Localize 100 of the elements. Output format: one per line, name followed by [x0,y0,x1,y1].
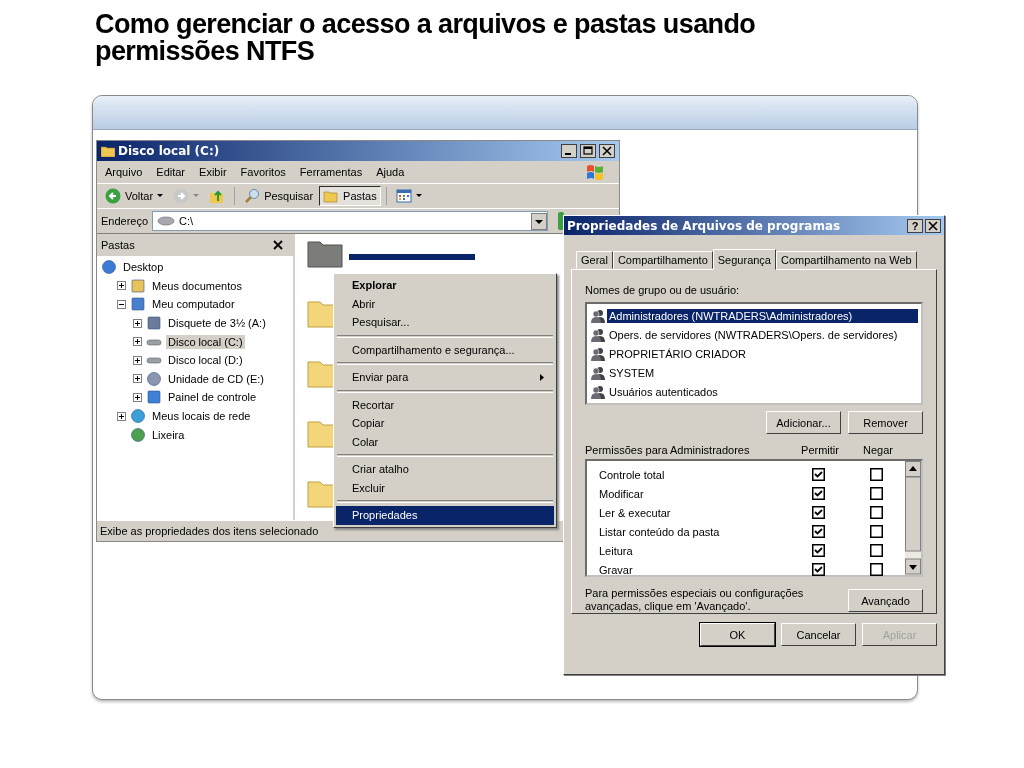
menu-item[interactable]: Abrir [336,294,554,313]
tab[interactable]: Segurança [712,249,776,270]
tree-item[interactable]: Desktop [121,260,166,275]
users-label: Nomes de grupo ou de usuário: [585,284,741,296]
forward-icon [173,188,190,204]
menu-item[interactable]: Ferramentas [299,166,363,178]
back-icon [105,188,121,204]
user-item[interactable]: PROPRIETÁRIO CRIADOR [607,346,748,361]
expand-toggle-icon[interactable] [133,392,142,402]
minimize-icon[interactable] [561,144,577,158]
close-icon[interactable] [599,144,615,158]
permission-name: Controle total [599,468,666,481]
user-action-button[interactable]: Remover [848,411,923,434]
menu-item[interactable]: Exibir [199,166,227,178]
deny-checkbox[interactable] [869,525,883,538]
menu-item[interactable]: Propriedades [336,506,554,525]
tree-item[interactable]: Meu computador [150,297,237,312]
allow-checkbox[interactable] [811,506,825,519]
column-header: Permitir [800,444,840,456]
allow-checkbox[interactable] [811,487,825,500]
permissions-label: Permissões para Administradores [585,444,751,456]
allow-checkbox[interactable] [811,544,825,557]
desktop-icon [101,259,117,276]
deny-checkbox[interactable] [869,487,883,500]
allow-checkbox[interactable] [811,468,825,481]
submenu-arrow-icon [540,373,544,381]
caret-icon [157,194,164,198]
folder-icon[interactable] [307,238,343,268]
users-icon [590,384,606,399]
menu-item[interactable]: Colar [336,432,554,451]
folders-button[interactable]: Pastas [319,186,381,206]
tree-item[interactable]: Meus locais de rede [150,409,253,424]
menu-item[interactable]: Criar atalho [336,460,554,479]
expand-toggle-icon[interactable] [133,374,142,384]
menu-item[interactable]: Arquivo [105,166,143,178]
back-button[interactable]: Voltar [101,186,168,206]
user-item[interactable]: Usuários autenticados [607,384,720,399]
user-item[interactable]: SYSTEM [607,365,657,380]
menu-item[interactable]: Pesquisar... [336,313,554,332]
menu-item[interactable]: Favoritos [240,166,286,178]
deny-checkbox[interactable] [869,506,883,519]
dialog-title: Propriedades de Arquivos de programas [567,218,841,233]
tab[interactable]: Geral [576,251,613,269]
menu-item[interactable]: Editar [156,166,186,178]
column-header: Negar [862,444,894,456]
expand-toggle-icon[interactable] [117,300,126,309]
search-icon [244,188,261,204]
expand-toggle-icon[interactable] [133,337,142,347]
folder-icon [323,188,340,204]
folder-icon [101,145,115,157]
window-title: Disco local (C:) [118,144,220,158]
tree-item[interactable]: Disco local (C:) [166,334,245,349]
users-icon [590,365,606,380]
permission-name: Modificar [599,487,645,500]
caret-icon [193,194,200,198]
drive-icon [157,216,176,226]
tree-item[interactable]: Meus documentos [150,278,244,293]
menu-item[interactable]: Recortar [336,395,554,414]
menu-item[interactable]: Compartilhamento e segurança... [336,340,554,359]
control-panel-icon [146,389,162,406]
up-folder-icon [209,188,226,204]
menu-item[interactable]: Excluir [336,478,554,497]
expand-toggle-icon[interactable] [133,318,142,328]
tree-item[interactable]: Disquete de 3½ (A:) [166,316,268,331]
help-button[interactable]: ? [907,218,923,233]
allow-checkbox[interactable] [811,525,825,538]
scrollbar[interactable] [905,461,921,575]
tree-item[interactable]: Painel de controle [166,390,259,405]
deny-checkbox[interactable] [869,468,883,481]
advanced-note: Para permissões especiais ou configurações avançadas, clique em 'Avançado'. [585,587,805,613]
address-field[interactable]: C:\ [152,211,548,231]
tab[interactable]: Compartilhamento na Web [776,251,917,269]
expand-toggle-icon[interactable] [117,411,126,421]
dialog-button[interactable]: OK [700,623,775,646]
caret-icon [415,194,422,198]
advanced-button[interactable]: Avançado [848,589,923,612]
deny-checkbox[interactable] [869,563,883,576]
tree-item[interactable]: Lixeira [150,427,187,442]
expand-toggle-icon[interactable] [117,281,126,291]
permission-name: Listar conteúdo da pasta [599,525,721,538]
tree-item[interactable]: Unidade de CD (E:) [166,371,266,386]
maximize-icon[interactable] [580,144,596,158]
tab[interactable]: Compartilhamento [612,251,713,269]
close-icon[interactable] [273,240,283,250]
windows-logo-icon [585,162,605,182]
menu-item[interactable]: Ajuda [376,166,405,178]
menu-item[interactable]: Explorar [336,276,554,295]
user-item[interactable]: Opers. de servidores (NWTRADERS\Opers. de servidores) [607,327,900,342]
deny-checkbox[interactable] [869,544,883,557]
allow-checkbox[interactable] [811,563,825,576]
expand-toggle-icon[interactable] [133,355,142,365]
dialog-button[interactable]: Cancelar [781,623,856,646]
address-label: Endereço [101,215,149,227]
tree-item[interactable]: Disco local (D:) [166,353,245,368]
menu-item[interactable]: Enviar para [336,368,554,387]
menu-item[interactable]: Copiar [336,414,554,433]
search-button[interactable]: Pesquisar [240,186,318,206]
close-icon[interactable] [925,218,941,233]
user-item[interactable]: Administradores (NWTRADERS\Administradores) [607,308,918,323]
user-action-button[interactable]: Adicionar... [766,411,841,434]
